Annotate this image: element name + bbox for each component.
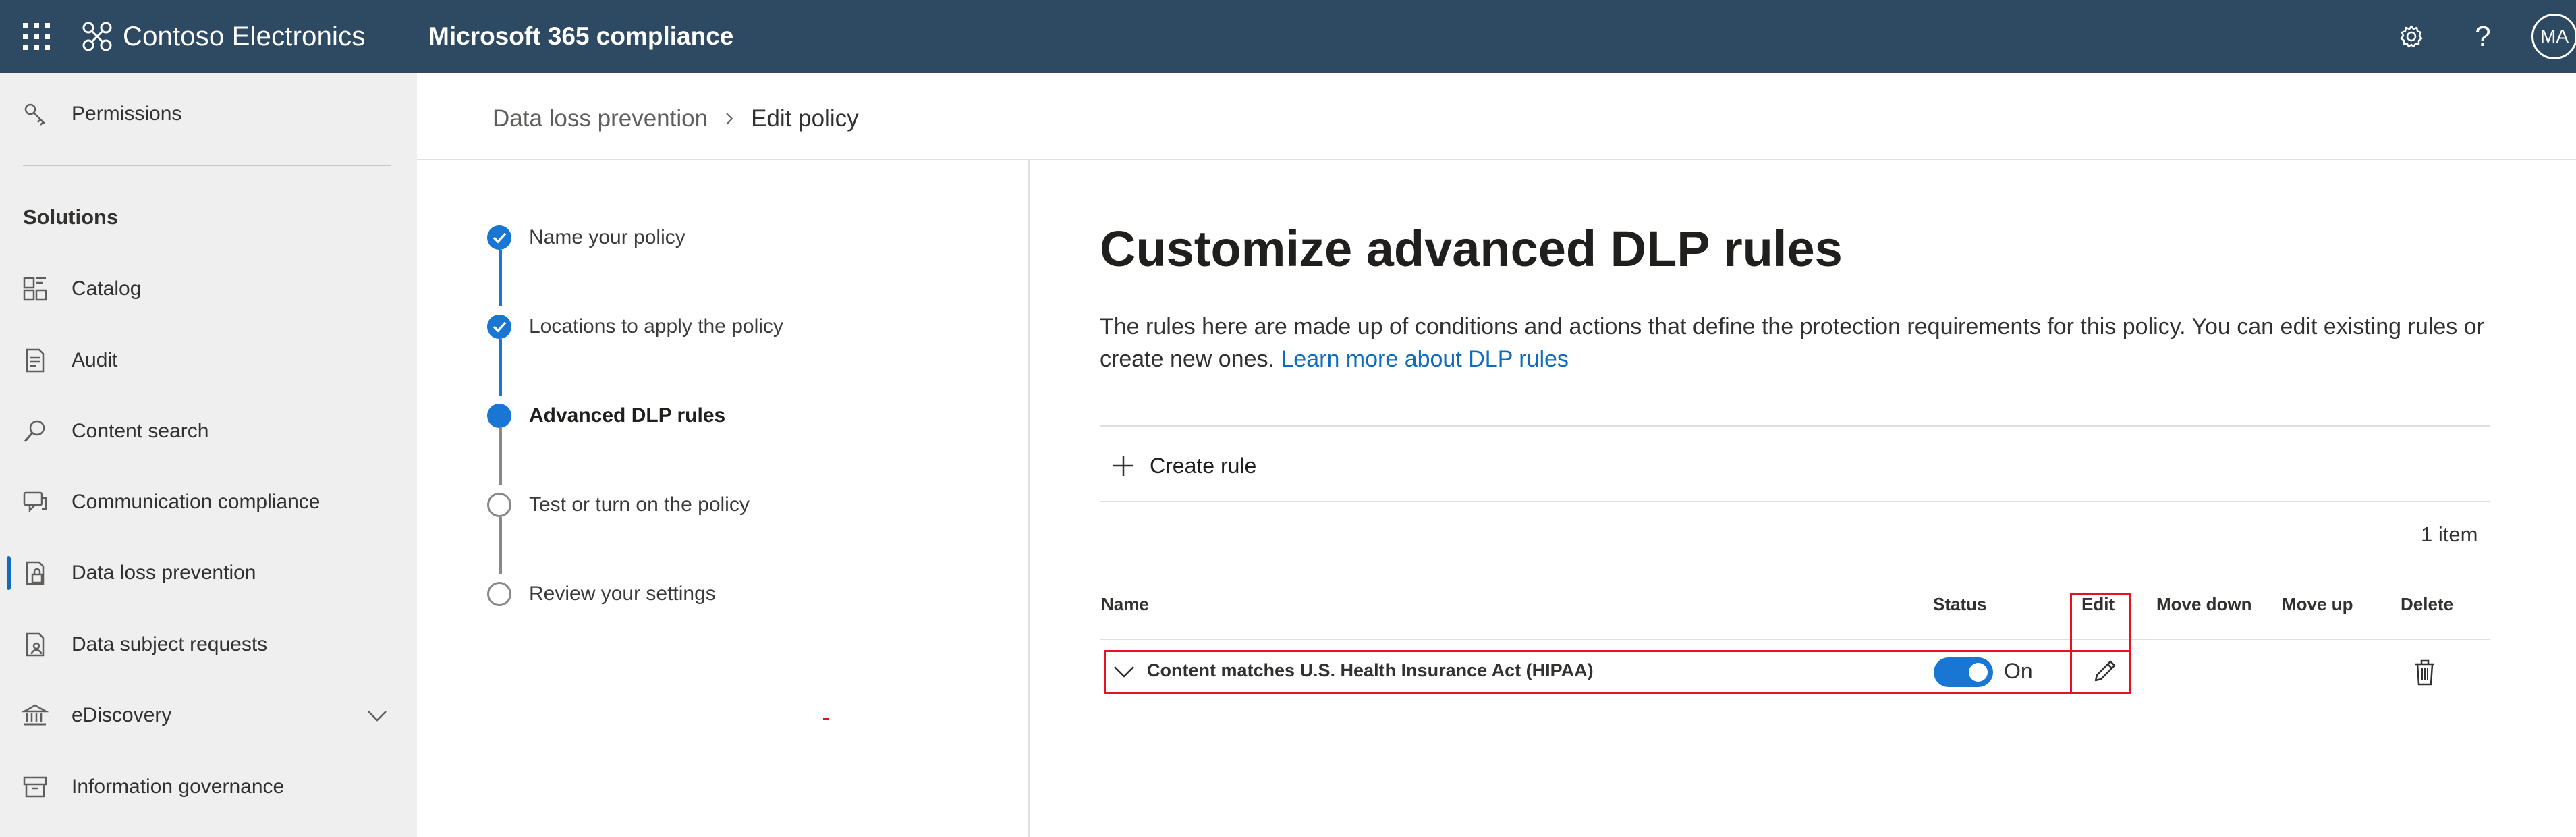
governance-icon (23, 776, 47, 798)
sidebar-item-catalog[interactable]: Catalog (0, 265, 417, 313)
step-label: Test or turn on the policy (529, 493, 750, 516)
step-connector (499, 250, 502, 306)
sidebar-item-label: Data loss prevention (72, 562, 256, 584)
highlight-edit-column (2070, 593, 2131, 694)
step-label: Advanced DLP rules (529, 404, 726, 427)
current-step-indicator (487, 404, 511, 428)
column-header-move-up: Move up (2282, 594, 2353, 614)
sidebar-item-label: Communication compliance (72, 491, 320, 513)
sidebar-item-label: eDiscovery (72, 704, 172, 726)
sidebar-item-audit[interactable]: Audit (0, 337, 417, 384)
command-bar-bottom-border (1100, 501, 2490, 502)
breadcrumb-parent[interactable]: Data loss prevention (493, 105, 708, 132)
trash-delete-icon[interactable] (2411, 657, 2438, 687)
sidebar-item-ediscovery[interactable]: eDiscovery (0, 692, 417, 739)
active-indicator (7, 556, 11, 590)
step-connector (499, 517, 502, 574)
sidebar-item-content-search[interactable]: Content search (0, 408, 417, 455)
breadcrumb-current: Edit policy (751, 105, 859, 132)
sidebar-item-label: Data subject requests (72, 633, 268, 655)
search-icon (24, 420, 45, 442)
chevron-right-icon (726, 113, 733, 125)
help-icon[interactable]: ? (2465, 19, 2500, 54)
command-bar-top-border (1100, 425, 2490, 427)
wizard-divider (1028, 160, 1030, 837)
checkmark-icon (487, 315, 511, 339)
column-header-status[interactable]: Status (1933, 594, 1986, 615)
learn-more-link[interactable]: Learn more about DLP rules (1281, 346, 1569, 372)
step-connector (499, 339, 502, 396)
plus-icon (1113, 456, 1133, 476)
stray-mark (823, 718, 829, 720)
app-launcher-icon[interactable] (23, 23, 50, 50)
create-rule-button[interactable]: Create rule (1112, 447, 1256, 485)
sidebar-item-information-governance[interactable]: Information governance (0, 763, 417, 811)
step-label: Review your settings (529, 583, 716, 605)
pending-step-indicator (487, 493, 511, 517)
page-title: Customize advanced DLP rules (1100, 221, 1843, 277)
top-bar: Contoso Electronics Microsoft 365 compli… (0, 0, 2576, 73)
sidebar-item-permissions[interactable]: Permissions (0, 90, 417, 138)
sidebar-item-label: Permissions (72, 103, 182, 125)
brand[interactable]: Contoso Electronics (81, 18, 366, 55)
settings-gear-icon[interactable] (2394, 19, 2429, 54)
sidebar: Permissions Solutions Catalog Audit Cont… (0, 73, 417, 837)
contoso-logo-icon (82, 22, 112, 51)
table-header-border (1100, 639, 2490, 640)
data-request-icon (26, 632, 45, 657)
key-icon (24, 103, 45, 126)
breadcrumb: Data loss prevention Edit policy (493, 101, 859, 136)
sidebar-item-label: Content search (72, 420, 209, 442)
step-label: Name your policy (529, 226, 685, 248)
sidebar-item-label: Catalog (72, 277, 142, 300)
header-divider (417, 159, 2576, 160)
create-rule-label: Create rule (1150, 453, 1257, 478)
page-description: The rules here are made up of conditions… (1100, 310, 2503, 375)
column-header-move-down: Move down (2156, 594, 2252, 614)
checkmark-icon (487, 225, 511, 250)
column-header-delete: Delete (2401, 594, 2454, 614)
sidebar-item-communication-compliance[interactable]: Communication compliance (0, 479, 417, 526)
sidebar-item-label: Information governance (72, 776, 285, 798)
pending-step-indicator (487, 582, 511, 606)
dlp-icon (26, 561, 45, 585)
step-connector (499, 428, 502, 485)
audit-icon (26, 348, 45, 373)
ediscovery-icon (22, 704, 49, 726)
chat-icon (23, 491, 47, 513)
highlight-rule-row (1104, 650, 2131, 694)
brand-name: Contoso Electronics (123, 21, 366, 51)
sidebar-section-title: Solutions (23, 205, 119, 229)
sidebar-item-data-subject-requests[interactable]: Data subject requests (0, 621, 417, 668)
sidebar-divider (23, 165, 391, 166)
app-title[interactable]: Microsoft 365 compliance (428, 18, 733, 55)
item-count: 1 item (2421, 522, 2478, 546)
sidebar-item-data-loss-prevention[interactable]: Data loss prevention (0, 549, 417, 597)
step-label: Locations to apply the policy (529, 315, 783, 338)
sidebar-item-label: Audit (72, 349, 118, 371)
catalog-icon (23, 277, 47, 301)
avatar[interactable]: MA (2531, 14, 2576, 59)
column-header-name[interactable]: Name (1101, 594, 1149, 615)
chevron-down-icon[interactable] (366, 707, 389, 724)
